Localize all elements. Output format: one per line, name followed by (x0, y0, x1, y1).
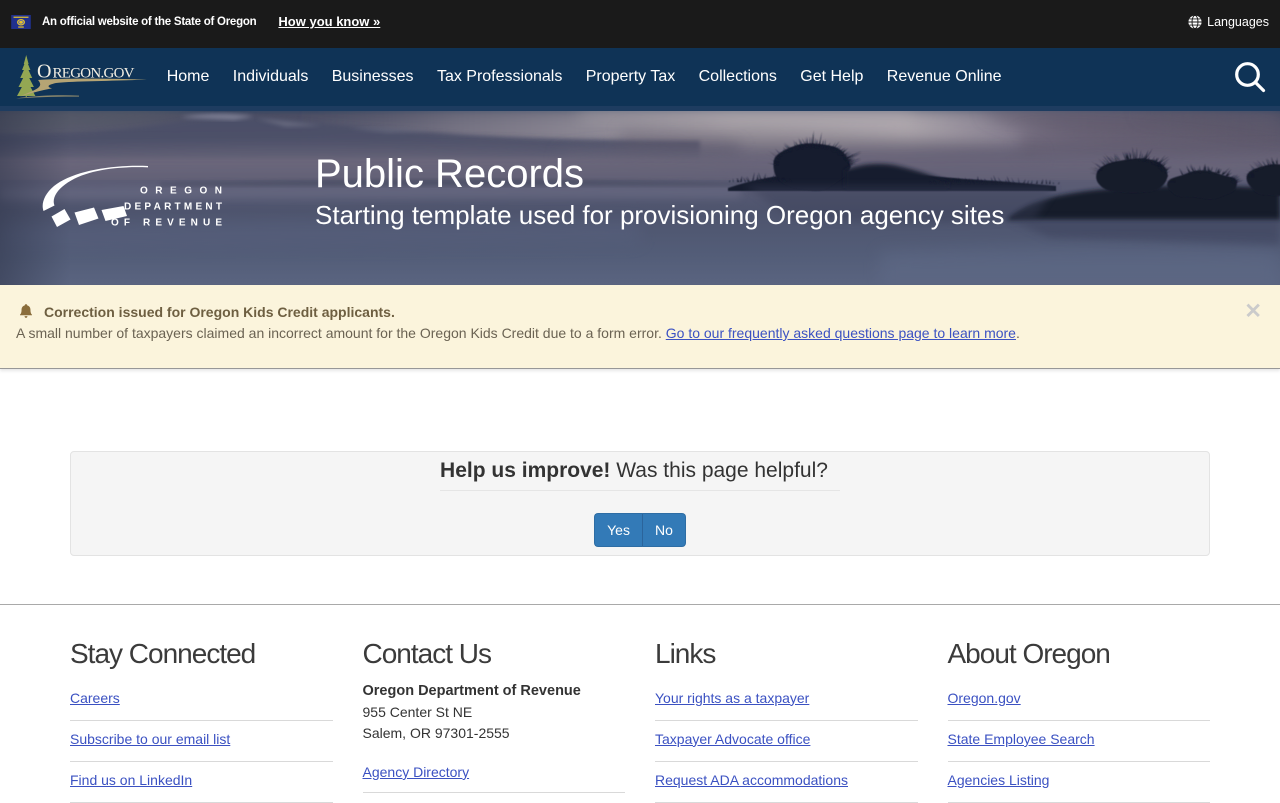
svg-text:DEPARTMENT: DEPARTMENT (124, 202, 222, 213)
svg-text:REGON.GOV: REGON.GOV (53, 66, 135, 82)
svg-text:OF REVENUE: OF REVENUE (111, 218, 222, 229)
svg-text:OREGON: OREGON (140, 186, 222, 197)
svg-text:O: O (37, 61, 51, 83)
